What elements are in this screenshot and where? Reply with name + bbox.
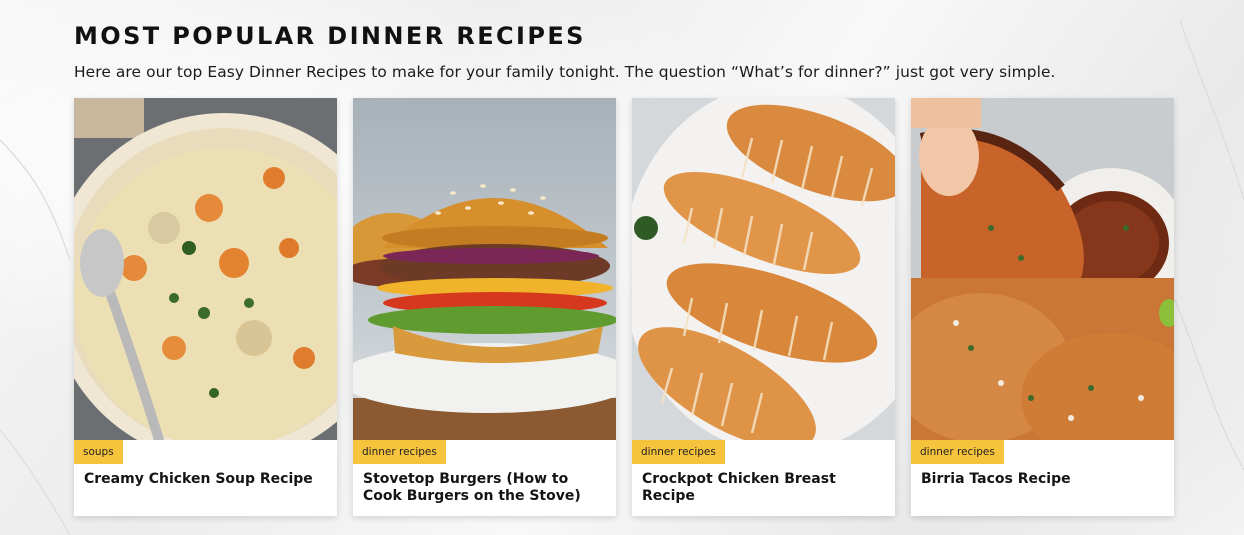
recipe-title[interactable]: Birria Tacos Recipe [921,471,1161,488]
category-badge[interactable]: dinner recipes [632,440,725,464]
category-badge[interactable]: dinner recipes [911,440,1004,464]
recipe-title[interactable]: Crockpot Chicken Breast Recipe [642,471,882,504]
section-heading: MOST POPULAR DINNER RECIPES [74,22,586,50]
category-badge[interactable]: dinner recipes [353,440,446,464]
recipe-image-stovetop-burgers[interactable] [353,98,616,440]
recipe-title[interactable]: Stovetop Burgers (How to Cook Burgers on… [363,471,603,504]
recipe-image-birria-tacos[interactable] [911,98,1174,440]
recipe-grid: soups Creamy Chicken Soup Recipe dinner … [74,98,1174,516]
category-badge[interactable]: soups [74,440,123,464]
recipe-card[interactable]: dinner recipes Stovetop Burgers (How to … [353,98,616,516]
section-intro: Here are our top Easy Dinner Recipes to … [74,63,1056,81]
recipe-image-crockpot-chicken-breast[interactable] [632,98,895,440]
recipe-card[interactable]: dinner recipes Birria Tacos Recipe [911,98,1174,516]
recipe-card[interactable]: dinner recipes Crockpot Chicken Breast R… [632,98,895,516]
recipe-card[interactable]: soups Creamy Chicken Soup Recipe [74,98,337,516]
recipe-image-creamy-chicken-soup[interactable] [74,98,337,440]
recipe-title[interactable]: Creamy Chicken Soup Recipe [84,471,324,488]
